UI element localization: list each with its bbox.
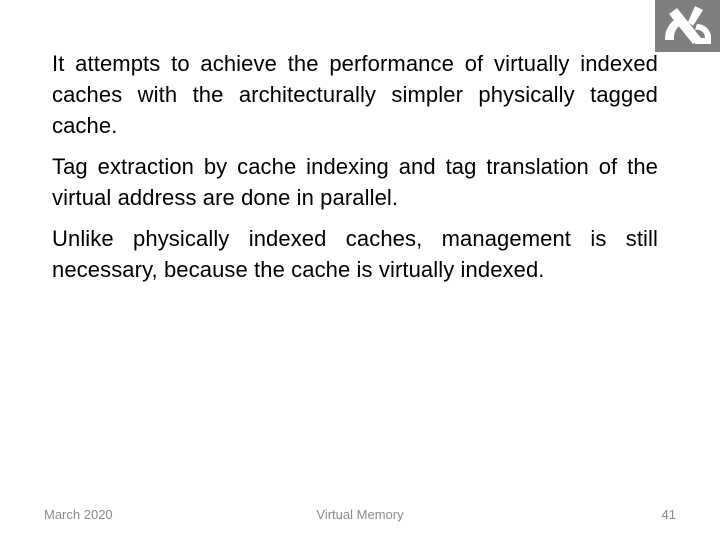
institution-logo-icon <box>655 0 720 52</box>
footer-title: Virtual Memory <box>316 507 404 522</box>
paragraph-management: Unlike physically indexed caches, manage… <box>52 226 658 282</box>
slide-body: It attempts to achieve the performance o… <box>52 48 658 295</box>
paragraph-performance: It attempts to achieve the performance o… <box>52 51 658 138</box>
footer-page-number: 41 <box>661 507 676 522</box>
paragraph-tag-extraction: Tag extraction by cache indexing and tag… <box>52 154 658 210</box>
